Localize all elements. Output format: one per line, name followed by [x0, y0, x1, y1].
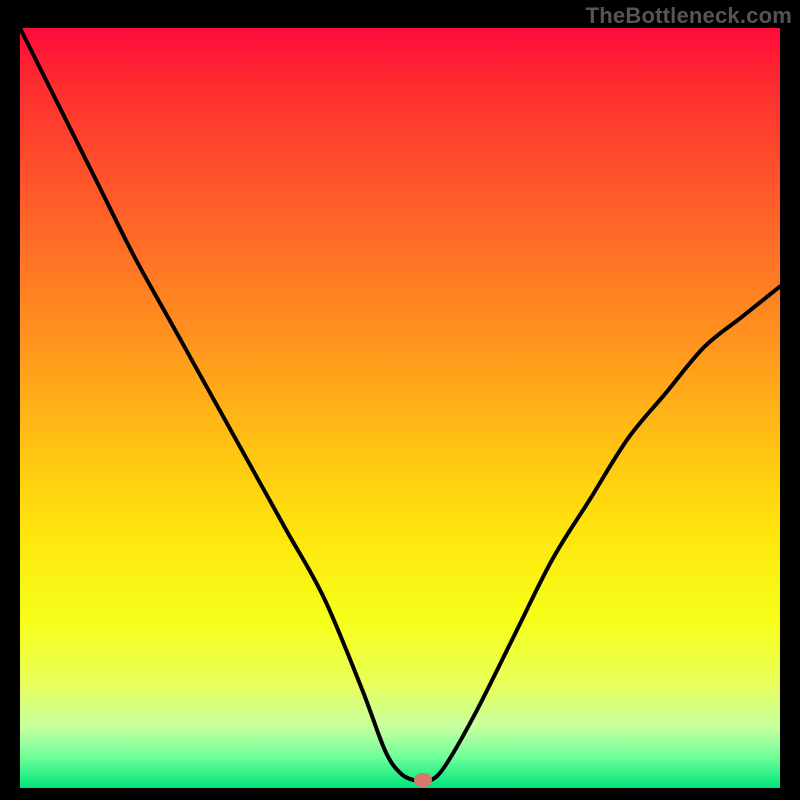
chart-frame: TheBottleneck.com	[0, 0, 800, 800]
plot-area	[20, 28, 780, 788]
curve-svg	[20, 28, 780, 788]
bottleneck-curve	[20, 28, 780, 782]
optimal-point-marker	[414, 773, 432, 787]
watermark-text: TheBottleneck.com	[586, 3, 792, 29]
